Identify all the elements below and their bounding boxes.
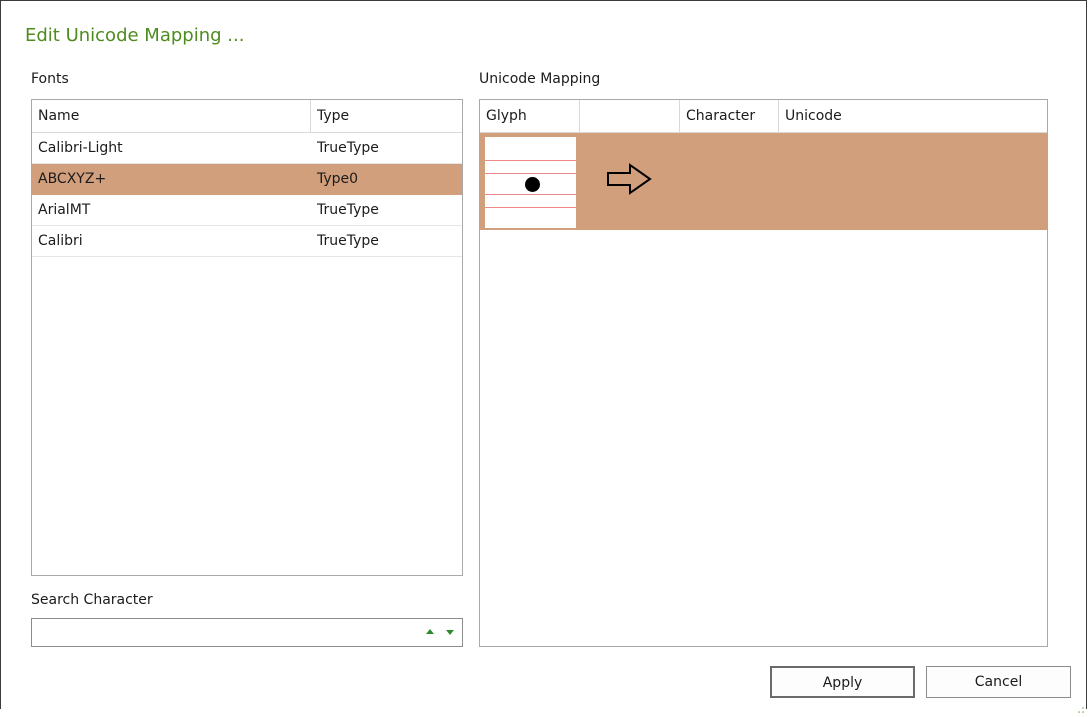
apply-button[interactable]: Apply	[770, 666, 915, 698]
mapping-row-selected[interactable]	[480, 133, 1047, 230]
column-header-unicode[interactable]: Unicode	[779, 100, 1047, 132]
triangle-up-icon[interactable]	[426, 629, 434, 634]
mapping-unicode[interactable]	[779, 165, 785, 195]
font-name: ABCXYZ+	[38, 171, 107, 187]
unicode-mapping-label: Unicode Mapping	[479, 71, 601, 87]
font-type: TrueType	[317, 202, 379, 218]
edit-unicode-mapping-dialog: Edit Unicode Mapping ... Fonts Name Type…	[0, 0, 1087, 713]
unicode-mapping-grid[interactable]: Glyph Character Unicode	[479, 99, 1048, 647]
font-name: Calibri-Light	[38, 140, 123, 156]
column-header-name[interactable]: Name	[32, 100, 310, 132]
right-arrow-outline-icon	[606, 163, 654, 195]
font-row-selected[interactable]: ABCXYZ+ Type0	[32, 164, 462, 195]
font-row[interactable]: Calibri TrueType	[32, 226, 462, 257]
fonts-list[interactable]: Name Type Calibri-Light TrueType ABCXYZ+…	[31, 99, 463, 576]
fonts-label: Fonts	[31, 71, 69, 87]
font-name: Calibri	[38, 233, 83, 249]
mapping-grid-header: Glyph Character Unicode	[480, 100, 1047, 133]
column-header-glyph[interactable]: Glyph	[480, 100, 579, 132]
search-character-input[interactable]	[31, 618, 463, 647]
search-character-label: Search Character	[31, 592, 153, 608]
mapping-character	[680, 165, 686, 195]
column-header-type[interactable]: Type	[311, 100, 463, 132]
font-type: Type0	[317, 171, 359, 187]
column-header-character[interactable]: Character	[680, 100, 778, 132]
font-row[interactable]: Calibri-Light TrueType	[32, 133, 462, 164]
font-row[interactable]: ArialMT TrueType	[32, 195, 462, 226]
font-type: TrueType	[317, 233, 379, 249]
cancel-button[interactable]: Cancel	[926, 666, 1071, 698]
bullet-glyph-icon	[485, 137, 576, 228]
dialog-title: Edit Unicode Mapping ...	[25, 25, 245, 46]
triangle-down-icon[interactable]	[446, 630, 454, 635]
column-header-blank[interactable]	[580, 100, 680, 132]
font-name: ArialMT	[38, 202, 91, 218]
resize-grip-icon[interactable]	[1078, 701, 1084, 713]
font-type: TrueType	[317, 140, 379, 156]
fonts-list-header: Name Type	[32, 100, 462, 133]
